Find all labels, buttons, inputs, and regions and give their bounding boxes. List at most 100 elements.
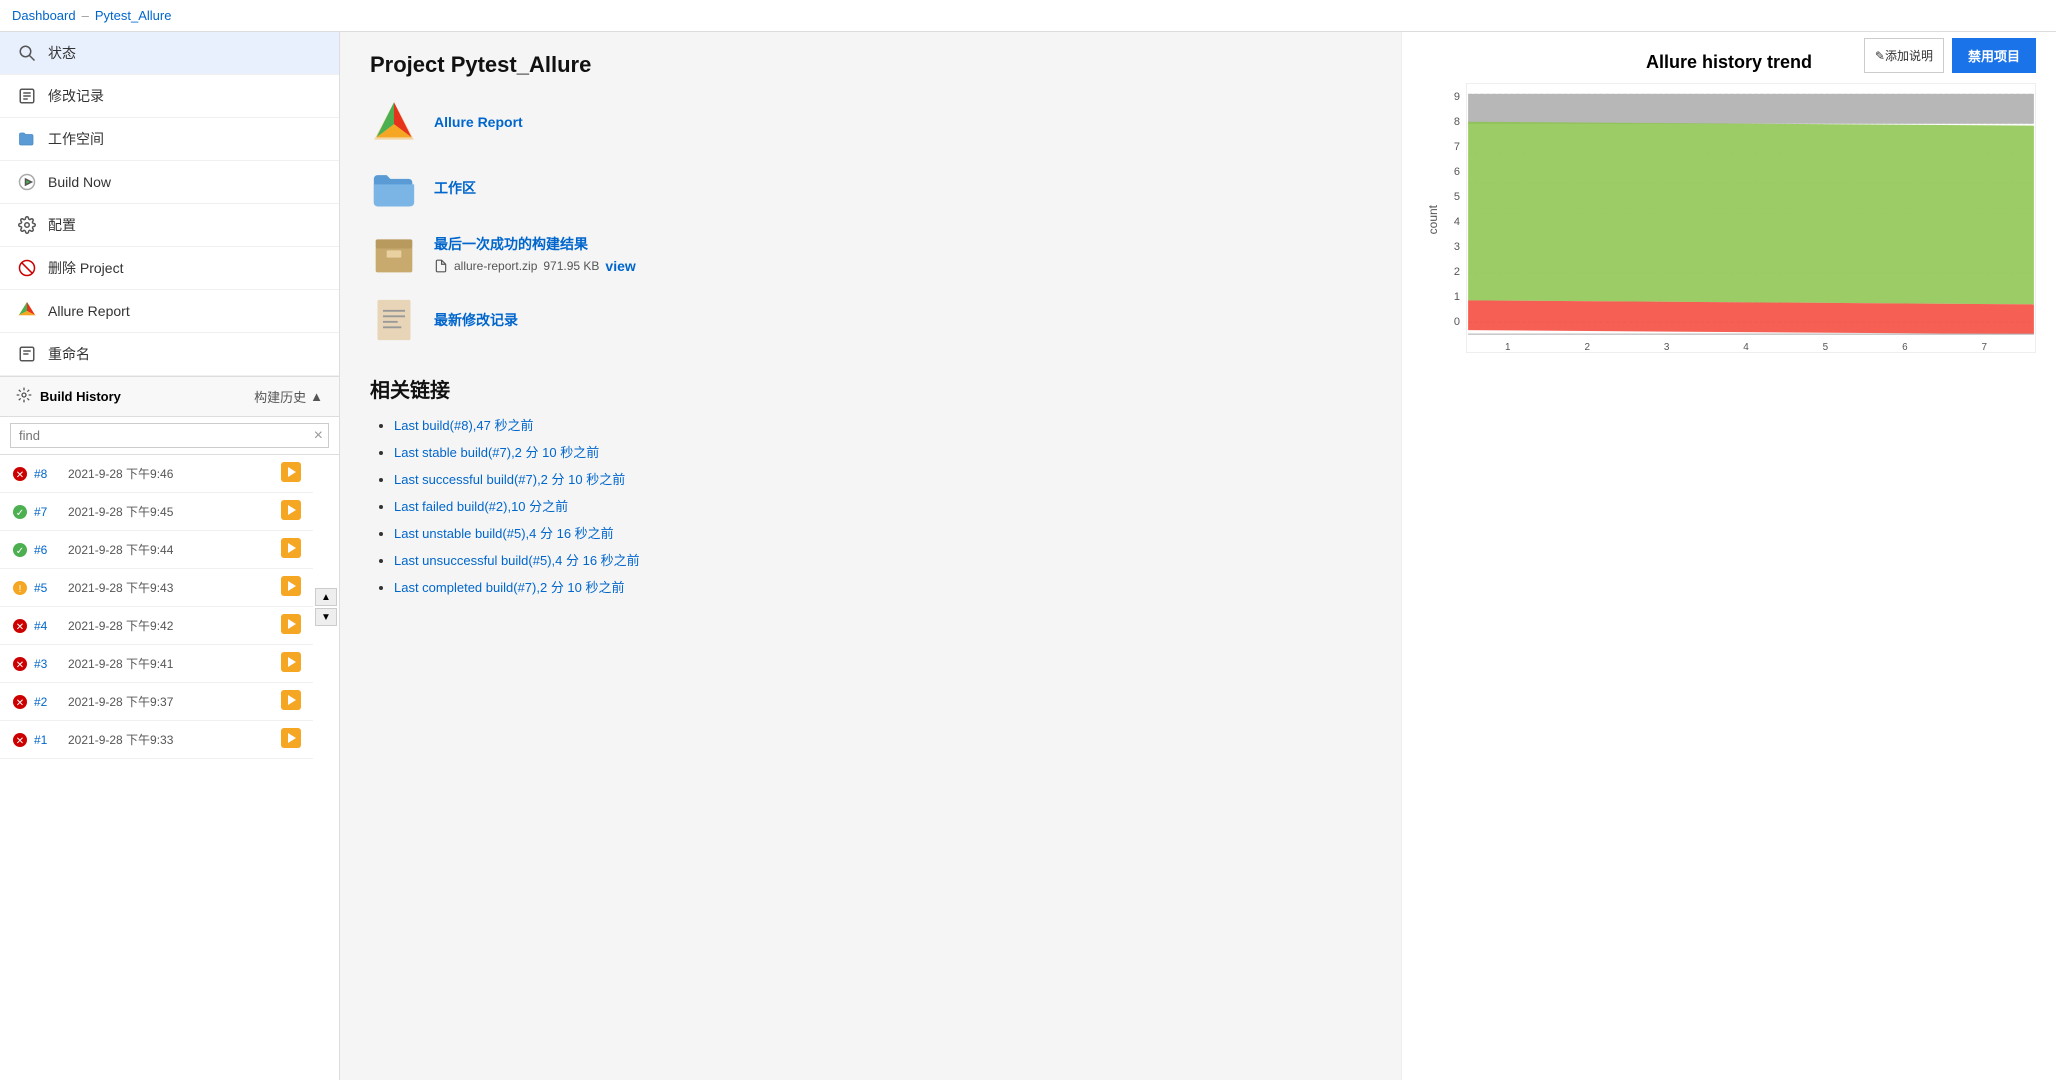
build-time: 2021-9-28 下午9:46 xyxy=(68,465,275,482)
notes-icon xyxy=(370,296,418,344)
related-links-title: 相关链接 xyxy=(370,374,1371,403)
breadcrumb-dashboard[interactable]: Dashboard xyxy=(12,8,76,23)
related-links-section: 相关链接 Last build(#8),47 秒之前 Last stable b… xyxy=(370,374,1371,596)
related-link-item: Last build(#8),47 秒之前 xyxy=(394,415,1371,434)
sidebar-label-rename: 重命名 xyxy=(48,344,90,364)
last-failed-build-link[interactable]: Last failed build(#2),10 分之前 xyxy=(394,499,568,514)
sidebar-item-config[interactable]: 配置 xyxy=(0,204,339,247)
sidebar-item-build-now[interactable]: Build Now xyxy=(0,161,339,204)
y-tick: 7 xyxy=(1446,141,1460,153)
chart-y-axis: 0 1 2 3 4 5 6 7 8 9 xyxy=(1444,83,1466,356)
y-tick: 6 xyxy=(1446,166,1460,178)
build-status-failed-icon: ✕ xyxy=(12,694,28,710)
allure-report-link[interactable]: Allure Report xyxy=(434,114,523,130)
y-tick: 4 xyxy=(1446,216,1460,228)
breadcrumb-project[interactable]: Pytest_Allure xyxy=(95,8,172,23)
svg-text:!: ! xyxy=(19,584,22,595)
last-unsuccessful-build-link[interactable]: Last unsuccessful build(#5),4 分 16 秒之前 xyxy=(394,553,640,568)
allure-report-link-row: Allure Report xyxy=(370,98,1371,146)
related-link-item: Last stable build(#7),2 分 10 秒之前 xyxy=(394,442,1371,461)
build-time: 2021-9-28 下午9:44 xyxy=(68,541,275,558)
sidebar-label-change-record: 修改记录 xyxy=(48,86,104,106)
archive-icon xyxy=(370,230,418,278)
build-item[interactable]: ! #5 2021-9-28 下午9:43 xyxy=(0,569,313,607)
related-link-item: Last unstable build(#5),4 分 16 秒之前 xyxy=(394,523,1371,542)
build-time: 2021-9-28 下午9:37 xyxy=(68,693,275,710)
build-time: 2021-9-28 下午9:41 xyxy=(68,655,275,672)
chart-panel: Allure history trend count 0 1 2 3 4 5 6… xyxy=(1401,32,2056,1080)
y-tick: 1 xyxy=(1446,291,1460,303)
run-build-icon[interactable] xyxy=(281,728,301,751)
gear-icon xyxy=(16,214,38,236)
build-number: #1 xyxy=(34,733,62,747)
y-tick: 5 xyxy=(1446,191,1460,203)
build-number: #8 xyxy=(34,467,62,481)
zip-filename: allure-report.zip xyxy=(454,259,537,273)
svg-text:✕: ✕ xyxy=(16,736,24,747)
last-build-link[interactable]: 最后一次成功的构建结果 xyxy=(434,234,636,254)
play-icon xyxy=(16,171,38,193)
svg-text:✓: ✓ xyxy=(16,546,24,557)
build-search-input[interactable] xyxy=(10,423,329,448)
run-build-icon[interactable] xyxy=(281,690,301,713)
workspace-link[interactable]: 工作区 xyxy=(434,178,476,198)
build-item[interactable]: ✕ #3 2021-9-28 下午9:41 xyxy=(0,645,313,683)
svg-text:✕: ✕ xyxy=(16,622,24,633)
build-status-success-icon: ✓ xyxy=(12,542,28,558)
sidebar-item-delete-project[interactable]: 删除 Project xyxy=(0,247,339,290)
scroll-down-button[interactable]: ▼ xyxy=(315,608,337,626)
links-section: Allure Report 工作区 xyxy=(370,98,1371,344)
build-item[interactable]: ✕ #4 2021-9-28 下午9:42 xyxy=(0,607,313,645)
related-link-item: Last unsuccessful build(#5),4 分 16 秒之前 xyxy=(394,550,1371,569)
sidebar-item-allure-report[interactable]: Allure Report xyxy=(0,290,339,333)
sidebar-item-workspace[interactable]: 工作空间 xyxy=(0,118,339,161)
build-history-title: Build History xyxy=(40,389,121,404)
build-item[interactable]: ✕ #8 2021-9-28 下午9:46 xyxy=(0,455,313,493)
build-item[interactable]: ✕ #2 2021-9-28 下午9:37 xyxy=(0,683,313,721)
sidebar-item-rename[interactable]: 重命名 xyxy=(0,333,339,376)
build-time: 2021-9-28 下午9:45 xyxy=(68,503,275,520)
build-number: #3 xyxy=(34,657,62,671)
svg-text:7: 7 xyxy=(1982,342,1988,353)
build-item[interactable]: ✓ #7 2021-9-28 下午9:45 xyxy=(0,493,313,531)
sidebar-item-change-record[interactable]: 修改记录 xyxy=(0,75,339,118)
latest-change-link[interactable]: 最新修改记录 xyxy=(434,310,518,330)
svg-text:2: 2 xyxy=(1584,342,1590,353)
folder-icon xyxy=(16,128,38,150)
related-link-item: Last successful build(#7),2 分 10 秒之前 xyxy=(394,469,1371,488)
svg-text:5: 5 xyxy=(1823,342,1829,353)
last-completed-build-link[interactable]: Last completed build(#7),2 分 10 秒之前 xyxy=(394,580,625,595)
view-link[interactable]: view xyxy=(605,258,635,274)
build-item[interactable]: ✕ #1 2021-9-28 下午9:33 xyxy=(0,721,313,759)
run-build-icon[interactable] xyxy=(281,500,301,523)
run-build-icon[interactable] xyxy=(281,576,301,599)
build-item[interactable]: ✓ #6 2021-9-28 下午9:44 xyxy=(0,531,313,569)
allure-report-icon xyxy=(370,98,418,146)
chart-y-label: count xyxy=(1422,205,1444,234)
last-successful-build-link[interactable]: Last successful build(#7),2 分 10 秒之前 xyxy=(394,472,625,487)
y-tick: 0 xyxy=(1446,316,1460,328)
clear-search-button[interactable]: × xyxy=(314,428,323,444)
svg-text:4: 4 xyxy=(1743,342,1749,353)
build-status-failed-icon: ✕ xyxy=(12,466,28,482)
run-build-icon[interactable] xyxy=(281,462,301,485)
build-number: #2 xyxy=(34,695,62,709)
sidebar-label-build-now: Build Now xyxy=(48,174,111,190)
sidebar-item-status[interactable]: 状态 xyxy=(0,32,339,75)
search-icon xyxy=(16,42,38,64)
workspace-link-row: 工作区 xyxy=(370,164,1371,212)
build-time: 2021-9-28 下午9:43 xyxy=(68,579,275,596)
last-stable-build-link[interactable]: Last stable build(#7),2 分 10 秒之前 xyxy=(394,445,599,460)
workspace-folder-icon xyxy=(370,164,418,212)
svg-text:6: 6 xyxy=(1902,342,1908,353)
run-build-icon[interactable] xyxy=(281,652,301,675)
chart-area: 1 2 3 4 5 6 7 xyxy=(1466,83,2036,356)
last-build-link-item[interactable]: Last build(#8),47 秒之前 xyxy=(394,418,533,433)
svg-text:✓: ✓ xyxy=(16,508,24,519)
build-history-subtitle: 构建历史 xyxy=(254,387,306,406)
scroll-up-button[interactable]: ▲ xyxy=(315,588,337,606)
sidebar-label-config: 配置 xyxy=(48,215,76,235)
run-build-icon[interactable] xyxy=(281,614,301,637)
last-unstable-build-link[interactable]: Last unstable build(#5),4 分 16 秒之前 xyxy=(394,526,614,541)
run-build-icon[interactable] xyxy=(281,538,301,561)
